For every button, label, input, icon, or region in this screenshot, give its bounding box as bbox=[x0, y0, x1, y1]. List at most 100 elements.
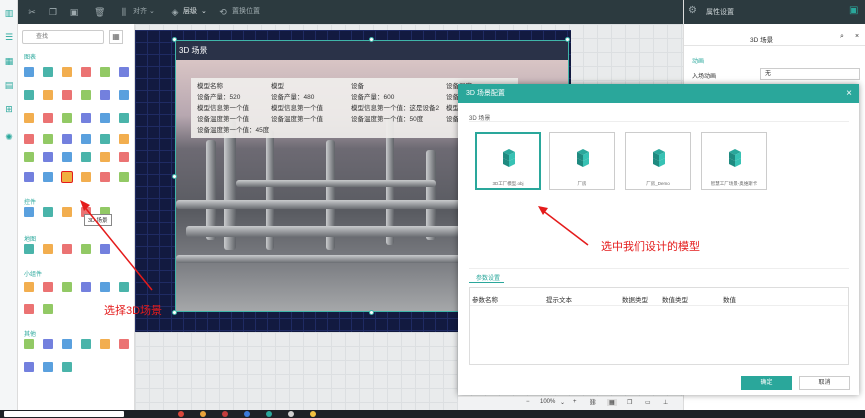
component-icon[interactable] bbox=[43, 282, 53, 292]
component-icon[interactable] bbox=[62, 282, 72, 292]
component-icon[interactable] bbox=[81, 113, 91, 123]
component-icon[interactable] bbox=[119, 282, 129, 292]
component-icon[interactable] bbox=[119, 339, 129, 349]
component-icon[interactable] bbox=[43, 339, 53, 349]
component-icon[interactable] bbox=[119, 90, 129, 100]
close-icon[interactable]: × bbox=[855, 33, 859, 40]
component-icon[interactable] bbox=[100, 134, 110, 144]
zoom-in-icon[interactable]: + bbox=[573, 399, 577, 405]
component-icon[interactable] bbox=[100, 172, 110, 182]
component-icon[interactable] bbox=[62, 152, 72, 162]
close-icon[interactable]: × bbox=[846, 84, 852, 103]
copy-icon[interactable]: ❐ bbox=[48, 7, 58, 17]
component-icon[interactable] bbox=[24, 244, 34, 254]
app-icon[interactable] bbox=[244, 411, 250, 417]
component-icon[interactable] bbox=[24, 207, 34, 217]
component-icon[interactable] bbox=[43, 207, 53, 217]
model-card[interactable]: 智慧工厂场景-奥维斯卡 bbox=[701, 132, 767, 190]
model-card[interactable]: 厂房 bbox=[549, 132, 615, 190]
component-icon[interactable] bbox=[43, 152, 53, 162]
paste-icon[interactable]: ▣ bbox=[69, 7, 79, 17]
zoom-out-icon[interactable]: − bbox=[526, 399, 530, 405]
component-icon[interactable] bbox=[24, 113, 34, 123]
component-icon[interactable] bbox=[100, 90, 110, 100]
gear-icon[interactable]: ⚙ bbox=[688, 5, 697, 16]
image-icon[interactable]: ▭ bbox=[645, 399, 651, 406]
component-icon[interactable] bbox=[62, 207, 72, 217]
component-icon[interactable] bbox=[100, 67, 110, 77]
component-icon[interactable] bbox=[24, 362, 34, 372]
component-icon[interactable] bbox=[100, 152, 110, 162]
component-icon[interactable] bbox=[81, 339, 91, 349]
cut-icon[interactable]: ✂ bbox=[27, 7, 37, 17]
component-icon[interactable] bbox=[100, 113, 110, 123]
component-icon[interactable] bbox=[119, 134, 129, 144]
component-icon[interactable] bbox=[24, 282, 34, 292]
resize-handle[interactable] bbox=[369, 310, 374, 315]
component-icon[interactable] bbox=[81, 134, 91, 144]
model-card[interactable]: 厂房_Demo bbox=[625, 132, 691, 190]
delete-icon[interactable]: 🗑 bbox=[94, 7, 105, 17]
component-icon[interactable] bbox=[62, 113, 72, 123]
scene-3d-component-icon[interactable] bbox=[61, 171, 73, 183]
component-icon[interactable] bbox=[62, 134, 72, 144]
component-icon[interactable] bbox=[43, 172, 53, 182]
component-icon[interactable] bbox=[81, 172, 91, 182]
component-icon[interactable] bbox=[81, 244, 91, 254]
component-icon[interactable] bbox=[62, 244, 72, 254]
component-icon[interactable] bbox=[24, 172, 34, 182]
component-icon[interactable] bbox=[24, 339, 34, 349]
panel-toggle-icon[interactable]: ▣ bbox=[849, 5, 858, 16]
bulb-icon[interactable]: ✺ bbox=[4, 132, 14, 142]
component-icon[interactable] bbox=[81, 90, 91, 100]
reset-position-button[interactable]: 置换位置 bbox=[232, 7, 260, 17]
resize-handle[interactable] bbox=[172, 310, 177, 315]
component-icon[interactable] bbox=[81, 152, 91, 162]
app-icon[interactable] bbox=[288, 411, 294, 417]
component-icon[interactable] bbox=[24, 304, 34, 314]
tab-3d-scene[interactable]: 3D 场景 bbox=[750, 34, 773, 44]
component-icon[interactable] bbox=[119, 67, 129, 77]
app-icon[interactable] bbox=[200, 411, 206, 417]
component-icon[interactable] bbox=[100, 282, 110, 292]
component-icon[interactable] bbox=[24, 134, 34, 144]
component-icon[interactable] bbox=[24, 152, 34, 162]
confirm-button[interactable]: 确定 bbox=[741, 376, 792, 390]
component-icon[interactable] bbox=[43, 113, 53, 123]
component-icon[interactable] bbox=[119, 113, 129, 123]
app-icon[interactable] bbox=[266, 411, 272, 417]
component-icon[interactable] bbox=[100, 339, 110, 349]
layout-icon[interactable]: ▤ bbox=[4, 80, 14, 90]
grid-toggle-icon[interactable]: ▦ bbox=[607, 399, 617, 406]
app-icon[interactable] bbox=[222, 411, 228, 417]
resize-handle[interactable] bbox=[565, 37, 570, 42]
pin-icon[interactable]: ⊥ bbox=[663, 399, 668, 406]
resize-handle[interactable] bbox=[172, 174, 177, 179]
grid-view-button[interactable]: ▦ bbox=[109, 30, 123, 44]
component-icon[interactable] bbox=[43, 244, 53, 254]
component-icon[interactable] bbox=[43, 90, 53, 100]
component-icon[interactable] bbox=[24, 90, 34, 100]
component-icon[interactable] bbox=[43, 134, 53, 144]
component-icon[interactable] bbox=[81, 67, 91, 77]
component-icon[interactable] bbox=[81, 282, 91, 292]
zoom-level[interactable]: 100% bbox=[540, 399, 555, 405]
component-icon[interactable] bbox=[100, 244, 110, 254]
layer-icon[interactable]: ◈ bbox=[170, 7, 180, 17]
component-icon[interactable] bbox=[43, 67, 53, 77]
align-button[interactable]: 对齐 bbox=[133, 7, 147, 17]
cancel-button[interactable]: 取消 bbox=[799, 376, 850, 390]
taskbar-search[interactable] bbox=[4, 411, 124, 417]
reset-icon[interactable]: ⟲ bbox=[218, 7, 228, 17]
entry-animation-select[interactable]: 无 bbox=[760, 68, 860, 80]
layer-button[interactable]: 层级 bbox=[183, 7, 197, 17]
component-icon[interactable] bbox=[43, 304, 53, 314]
resize-handle[interactable] bbox=[369, 37, 374, 42]
grid-icon[interactable]: ▦ bbox=[4, 56, 14, 66]
component-icon[interactable] bbox=[62, 362, 72, 372]
component-icon[interactable] bbox=[62, 339, 72, 349]
component-icon[interactable] bbox=[62, 67, 72, 77]
component-icon[interactable] bbox=[119, 152, 129, 162]
component-icon[interactable] bbox=[24, 67, 34, 77]
model-card[interactable]: 3D工厂模型.obj bbox=[475, 132, 541, 190]
